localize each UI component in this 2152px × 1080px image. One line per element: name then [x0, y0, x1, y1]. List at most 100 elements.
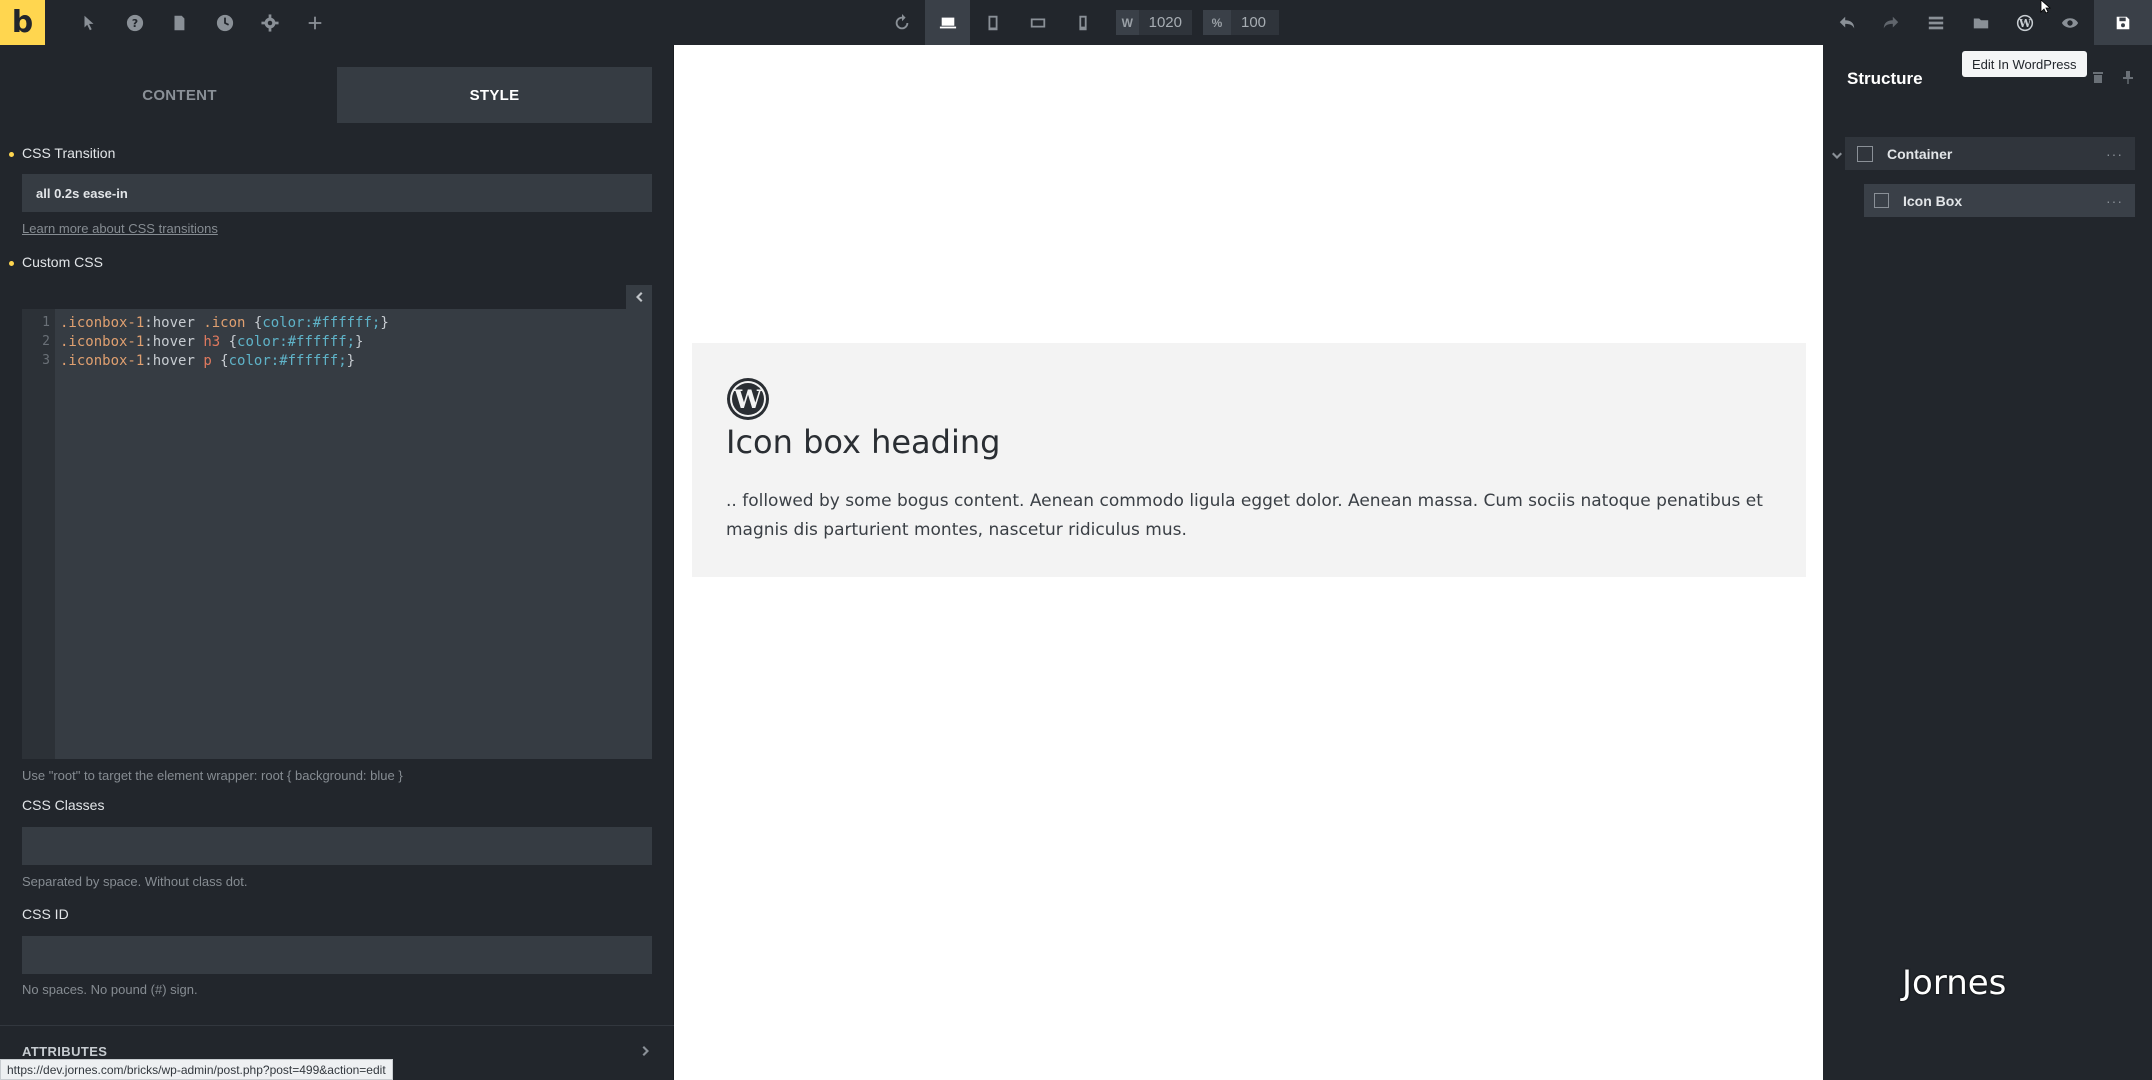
top-toolbar: b ? W 1020 % 100 W	[0, 0, 2152, 45]
code-brace: }	[346, 353, 356, 369]
css-classes-help: Separated by space. Without class dot.	[22, 874, 248, 889]
help-icon[interactable]: ?	[120, 8, 150, 38]
structure-title: Structure	[1847, 69, 1923, 88]
code-target: p	[203, 353, 212, 369]
custom-css-editor[interactable]: 1 2 3 .iconbox-1:hover .icon {color:#fff…	[22, 309, 652, 759]
code-selector: .iconbox-1	[60, 315, 145, 331]
css-transition-label: CSS Transition	[8, 145, 116, 161]
zoom-control[interactable]: % 100	[1203, 10, 1279, 35]
icon-box-text: .. followed by some bogus content. Aenea…	[726, 491, 1763, 540]
icon-box-heading: Icon box heading	[726, 423, 1001, 461]
edit-in-wordpress-tooltip: Edit In WordPress	[1962, 51, 2087, 77]
bricks-builder-window: b ? W 1020 % 100 W CONTENT STYLE CSS Tra…	[0, 0, 2152, 1080]
svg-text:?: ?	[132, 17, 138, 30]
history-icon[interactable]	[210, 8, 240, 38]
code-line: .iconbox-1:hover p {color:#ffffff;}	[60, 353, 389, 372]
more-options-icon[interactable]: ···	[2106, 193, 2123, 209]
tab-content[interactable]: CONTENT	[22, 67, 337, 123]
code-property: color	[228, 353, 271, 369]
preview-icon[interactable]	[2055, 8, 2085, 38]
status-bar-url: https://dev.jornes.com/bricks/wp-admin/p…	[0, 1059, 393, 1080]
refresh-icon[interactable]	[887, 8, 917, 38]
zoom-label: %	[1203, 10, 1231, 35]
pointer-icon[interactable]	[74, 8, 104, 38]
code-target: h3	[203, 334, 221, 350]
container-icon	[1857, 145, 1873, 162]
code-target: .icon	[203, 315, 246, 331]
tablet-portrait-icon[interactable]	[978, 8, 1008, 38]
css-transition-input[interactable]: all 0.2s ease-in	[22, 174, 652, 212]
code-value: :#ffffff;	[304, 315, 381, 331]
width-label: W	[1116, 10, 1139, 35]
chevron-right-icon[interactable]	[640, 1044, 654, 1058]
structure-item-container[interactable]: Container ···	[1845, 137, 2135, 170]
custom-css-help: Use "root" to target the element wrapper…	[22, 768, 403, 783]
panel-tabs: CONTENT STYLE	[0, 45, 674, 145]
editor-code[interactable]: .iconbox-1:hover .icon {color:#ffffff;} …	[55, 309, 389, 759]
undo-icon[interactable]	[1832, 8, 1862, 38]
wordpress-icon[interactable]: W	[2010, 8, 2040, 38]
svg-text:W: W	[2018, 17, 2032, 30]
layers-icon[interactable]	[1921, 8, 1951, 38]
folder-icon[interactable]	[1966, 8, 1996, 38]
code-value: :#ffffff;	[270, 353, 347, 369]
code-brace: {	[211, 353, 229, 369]
code-selector: .iconbox-1	[60, 353, 145, 369]
chevron-left-icon	[636, 292, 643, 302]
save-button[interactable]	[2094, 0, 2152, 45]
zoom-value[interactable]: 100	[1231, 14, 1276, 31]
code-pseudo: :hover	[144, 315, 204, 331]
tablet-landscape-icon[interactable]	[1023, 8, 1053, 38]
code-brace: {	[245, 315, 263, 331]
add-icon[interactable]	[300, 8, 330, 38]
icon-box-element[interactable]: W Icon box heading .. followed by some b…	[692, 343, 1806, 577]
css-id-help: No spaces. No pound (#) sign.	[22, 982, 198, 997]
watermark-text: Jornes	[1902, 963, 2007, 1003]
redo-icon[interactable]	[1876, 8, 1906, 38]
code-brace: }	[380, 315, 389, 331]
code-pseudo: :hover	[144, 353, 204, 369]
code-line: .iconbox-1:hover h3 {color:#ffffff;}	[60, 334, 389, 353]
tab-style[interactable]: STYLE	[337, 67, 652, 123]
svg-text:W: W	[733, 385, 763, 414]
pages-icon[interactable]	[164, 8, 194, 38]
save-icon	[2116, 16, 2130, 29]
custom-css-label: Custom CSS	[9, 254, 103, 270]
code-property: color	[237, 334, 280, 350]
collapse-editor-button[interactable]	[626, 285, 652, 309]
editor-gutter: 1 2 3	[22, 309, 55, 759]
structure-item-icon-box[interactable]: Icon Box ···	[1864, 184, 2135, 217]
width-control[interactable]: W 1020	[1116, 10, 1192, 35]
trash-icon[interactable]	[2091, 70, 2111, 90]
line-number: 1	[42, 315, 50, 330]
divider	[0, 1025, 674, 1026]
element-settings-panel: CONTENT STYLE CSS Transition all 0.2s ea…	[0, 45, 674, 1080]
line-number: 2	[42, 334, 50, 349]
chevron-down-icon[interactable]	[1831, 149, 1845, 163]
css-classes-input[interactable]	[22, 827, 652, 865]
code-property: color	[262, 315, 305, 331]
settings-icon[interactable]	[255, 8, 285, 38]
code-brace: {	[220, 334, 238, 350]
bricks-logo[interactable]: b	[0, 0, 45, 45]
mobile-icon[interactable]	[1068, 8, 1098, 38]
css-classes-label: CSS Classes	[22, 797, 105, 813]
css-id-label: CSS ID	[22, 906, 69, 922]
pin-icon[interactable]	[2121, 70, 2141, 90]
structure-item-label: Icon Box	[1903, 192, 1963, 209]
structure-panel: Structure Container ··· Icon Box ···	[1823, 45, 2152, 1080]
css-id-input[interactable]	[22, 936, 652, 974]
wordpress-logo-icon: W	[727, 378, 769, 420]
more-options-icon[interactable]: ···	[2106, 146, 2123, 162]
code-selector: .iconbox-1	[60, 334, 145, 350]
css-transition-help-link[interactable]: Learn more about CSS transitions	[22, 221, 218, 236]
width-value[interactable]: 1020	[1139, 14, 1192, 31]
desktop-icon[interactable]	[925, 0, 970, 45]
code-pseudo: :hover	[144, 334, 204, 350]
icon-box-icon	[1874, 193, 1889, 208]
preview-canvas[interactable]: W Icon box heading .. followed by some b…	[675, 45, 1823, 1080]
code-value: :#ffffff;	[279, 334, 356, 350]
code-line: .iconbox-1:hover .icon {color:#ffffff;}	[60, 315, 389, 334]
attributes-section-toggle[interactable]: ATTRIBUTES	[22, 1044, 107, 1059]
structure-item-label: Container	[1887, 145, 1953, 162]
